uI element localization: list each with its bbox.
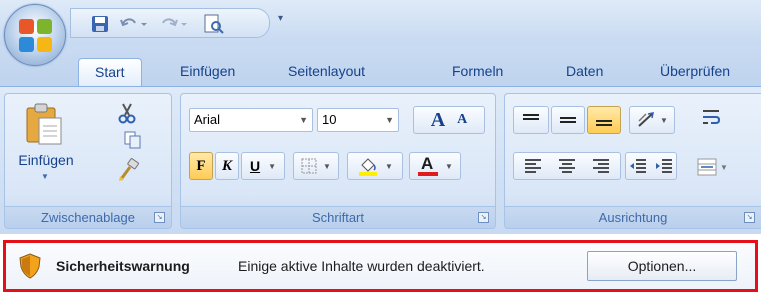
font-size-combo[interactable]: 10 ▼ — [317, 108, 399, 132]
borders-icon — [301, 158, 317, 174]
font-name-combo[interactable]: Arial ▼ — [189, 108, 313, 132]
chevron-down-icon: ▼ — [268, 161, 277, 171]
tab-formeln[interactable]: Formeln — [452, 58, 503, 86]
italic-icon: K — [221, 157, 232, 174]
bold-icon: F — [196, 157, 206, 174]
security-warning-title: Sicherheitswarnung — [56, 258, 190, 274]
alignment-dialog-launcher[interactable]: ↘ — [744, 212, 755, 223]
tab-daten[interactable]: Daten — [566, 58, 603, 86]
orientation-button[interactable]: ▼ — [629, 106, 675, 134]
office-logo-icon — [19, 19, 53, 53]
align-left-icon[interactable] — [524, 159, 542, 173]
wrap-text-icon[interactable] — [701, 108, 725, 132]
chevron-down-icon: ▼ — [41, 172, 49, 181]
font-name-value: Arial — [194, 112, 221, 127]
font-group: Arial ▼ 10 ▼ A A F K U ▼ ▼ ▼ A ▼ Schrift… — [180, 93, 496, 229]
cut-icon[interactable] — [117, 102, 141, 126]
alignment-label-text: Ausrichtung — [598, 210, 668, 225]
font-dialog-launcher[interactable]: ↘ — [478, 212, 489, 223]
tab-start[interactable]: Start — [78, 58, 142, 86]
tab-ueberpruefen[interactable]: Überprüfen — [660, 58, 730, 86]
align-middle-icon — [560, 117, 576, 123]
tab-einfuegen[interactable]: Einfügen — [180, 58, 235, 86]
shrink-font-icon[interactable]: A — [457, 112, 467, 128]
office-button[interactable] — [4, 4, 66, 66]
increase-indent-icon[interactable] — [655, 159, 673, 173]
chevron-down-icon: ▼ — [720, 162, 728, 172]
clipboard-dialog-launcher[interactable]: ↘ — [154, 212, 165, 223]
quick-access-toolbar — [70, 8, 270, 38]
security-warning-message: Einige aktive Inhalte wurden deaktiviert… — [238, 258, 485, 274]
alignment-group-label: Ausrichtung — [505, 206, 761, 228]
align-top-button[interactable] — [513, 106, 549, 134]
align-bottom-icon — [596, 120, 612, 126]
format-painter-icon[interactable] — [117, 158, 143, 184]
security-warning-bar: Sicherheitswarnung Einige aktive Inhalte… — [3, 240, 758, 292]
ribbon-tabs: Start Einfügen Seitenlayout Formeln Date… — [0, 46, 761, 86]
fill-color-icon — [359, 158, 378, 176]
font-group-label: Schriftart — [181, 206, 495, 228]
ribbon-body: Einfügen ▼ Zwischenablage ↘ Arial ▼ 10 ▼… — [0, 86, 761, 234]
align-bottom-button[interactable] — [587, 106, 621, 134]
clipboard-label-text: Zwischenablage — [41, 210, 135, 225]
save-icon[interactable] — [91, 14, 109, 34]
alignment-group: ▼ ▼ Ausrichtung ↘ — [504, 93, 761, 229]
chevron-down-icon: ▼ — [385, 161, 393, 171]
font-size-value: 10 — [322, 112, 337, 127]
chevron-down-icon: ▼ — [299, 115, 308, 125]
shield-icon — [19, 253, 41, 279]
align-top-icon — [523, 114, 539, 120]
align-right-icon[interactable] — [592, 159, 610, 173]
merge-center-button[interactable]: ▼ — [697, 156, 737, 178]
font-color-button[interactable]: A ▼ — [409, 152, 461, 180]
align-middle-button[interactable] — [551, 106, 585, 134]
underline-icon: U — [249, 158, 261, 174]
chevron-down-icon: ▼ — [385, 115, 394, 125]
font-label-text: Schriftart — [311, 210, 364, 225]
chevron-down-icon: ▼ — [660, 115, 668, 125]
text-orientation-icon — [638, 112, 654, 127]
clipboard-group: Einfügen ▼ Zwischenablage ↘ — [4, 93, 172, 229]
font-color-glyph: A — [421, 154, 434, 173]
customize-qat-icon[interactable]: ▾ — [278, 13, 283, 24]
copy-icon[interactable] — [123, 130, 147, 154]
paste-icon — [26, 103, 62, 145]
align-center-icon[interactable] — [558, 159, 576, 173]
clipboard-group-label: Zwischenablage — [5, 206, 171, 228]
grow-font-icon[interactable]: A — [431, 109, 445, 132]
undo-icon[interactable] — [119, 14, 149, 34]
chevron-down-icon: ▼ — [445, 161, 453, 171]
bold-button[interactable]: F — [189, 152, 213, 180]
paste-button[interactable]: Einfügen ▼ — [13, 100, 79, 186]
fill-color-button[interactable]: ▼ — [347, 152, 403, 180]
font-size-buttons: A A — [413, 106, 485, 134]
options-button[interactable]: Optionen... — [587, 251, 737, 281]
tab-seitenlayout[interactable]: Seitenlayout — [288, 58, 365, 86]
paste-label: Einfügen — [18, 152, 74, 168]
horizontal-align-buttons — [513, 152, 621, 180]
merge-cells-icon — [697, 158, 717, 176]
borders-button[interactable]: ▼ — [293, 152, 339, 180]
decrease-indent-icon[interactable] — [629, 159, 647, 173]
underline-button[interactable]: U ▼ — [241, 152, 285, 180]
italic-button[interactable]: K — [215, 152, 239, 180]
print-preview-icon[interactable] — [203, 14, 225, 34]
chevron-down-icon: ▼ — [323, 161, 331, 171]
font-color-icon: A — [417, 154, 439, 177]
redo-icon[interactable] — [159, 14, 189, 34]
indent-buttons — [625, 152, 677, 180]
